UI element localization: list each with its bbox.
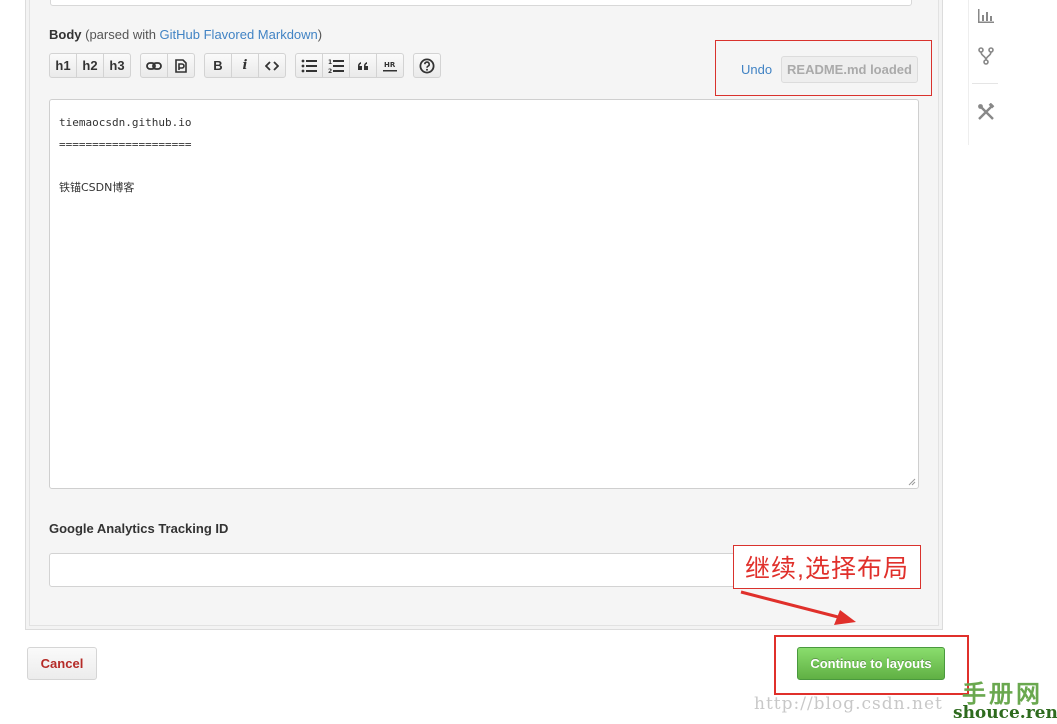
link-icon: [146, 61, 162, 70]
fork-icon[interactable]: [977, 47, 995, 65]
code-button[interactable]: [258, 53, 286, 78]
italic-button[interactable]: i: [231, 53, 259, 78]
code-icon: [265, 60, 279, 71]
ordered-list-icon: 12: [328, 59, 344, 74]
annotation-callout: 继续,选择布局: [733, 545, 921, 589]
brand-logo-en: shouce.ren: [953, 703, 1057, 723]
body-label: Body (parsed with GitHub Flavored Markdo…: [49, 27, 323, 42]
body-textarea[interactable]: tiemaocsdn.github.io ===================…: [49, 99, 919, 489]
undo-link[interactable]: Undo: [741, 62, 772, 77]
svg-text:2: 2: [328, 68, 332, 74]
h2-button[interactable]: h2: [76, 53, 104, 78]
ga-tracking-label: Google Analytics Tracking ID: [49, 521, 229, 536]
h1-button[interactable]: h1: [49, 53, 77, 78]
title-field-edge[interactable]: [50, 0, 912, 6]
hr-button[interactable]: HR: [376, 53, 404, 78]
quote-button[interactable]: [349, 53, 377, 78]
ordered-list-button[interactable]: 12: [322, 53, 350, 78]
readme-loaded-button: README.md loaded: [781, 56, 918, 83]
graphs-icon[interactable]: [977, 8, 995, 24]
sidebar-divider: [972, 83, 998, 84]
format-group: B i: [204, 53, 286, 80]
svg-text:HR: HR: [384, 61, 396, 69]
parsed-prefix: (parsed with: [85, 27, 160, 42]
help-button[interactable]: [413, 53, 441, 78]
svg-text:1: 1: [328, 59, 332, 66]
block-group: 12 HR: [295, 53, 404, 80]
quote-icon: [358, 61, 368, 70]
bold-button[interactable]: B: [204, 53, 232, 78]
insert-group: [140, 53, 195, 80]
help-group: [413, 53, 441, 80]
markdown-toolbar: h1 h2 h3 B i 12 HR: [49, 53, 441, 80]
editor-line: 铁锚CSDN博客: [59, 180, 135, 194]
cancel-button[interactable]: Cancel: [27, 647, 97, 680]
link-button[interactable]: [140, 53, 168, 78]
editor-line: ====================: [59, 137, 192, 151]
gfm-link[interactable]: GitHub Flavored Markdown: [160, 27, 318, 42]
h3-button[interactable]: h3: [103, 53, 131, 78]
unordered-list-icon: [301, 59, 317, 72]
resize-grip-icon[interactable]: [908, 478, 916, 486]
settings-tools-icon[interactable]: [977, 103, 995, 121]
blog-watermark: http://blog.csdn.net: [754, 694, 943, 714]
image-button[interactable]: [167, 53, 195, 78]
heading-group: h1 h2 h3: [49, 53, 131, 80]
continue-to-layouts-button[interactable]: Continue to layouts: [797, 647, 945, 680]
unordered-list-button[interactable]: [295, 53, 323, 78]
parsed-suffix: ): [317, 27, 323, 42]
horizontal-rule-icon: HR: [383, 61, 397, 71]
editor-line: tiemaocsdn.github.io: [59, 116, 192, 129]
annotation-arrow-icon: [740, 590, 856, 625]
image-icon: [175, 58, 187, 73]
help-icon: [419, 58, 435, 73]
